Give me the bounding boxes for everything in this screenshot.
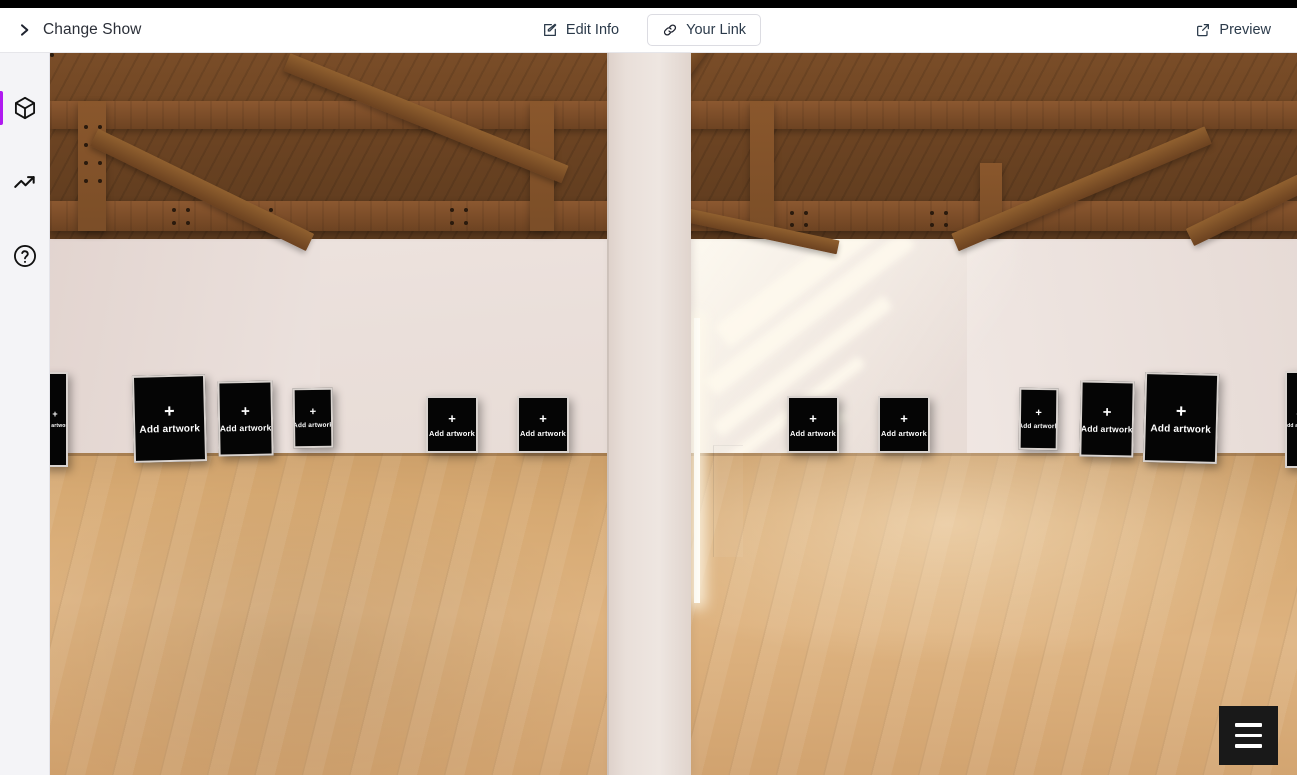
cube-icon bbox=[14, 96, 35, 120]
add-artwork-frame[interactable]: + Add artwork bbox=[787, 396, 839, 453]
gallery-3d-viewport[interactable]: +Add artwork+Add artwork+Add artwork+Add… bbox=[50, 53, 1297, 775]
question-circle-icon bbox=[13, 245, 36, 267]
beam-bolt bbox=[84, 125, 88, 129]
hamburger-menu-icon bbox=[1235, 733, 1262, 738]
add-artwork-frame[interactable]: + Add artwork bbox=[426, 396, 478, 453]
left-sidebar bbox=[0, 53, 50, 775]
link-chain-icon bbox=[664, 24, 677, 36]
beam-bolt bbox=[930, 211, 934, 215]
external-link-icon bbox=[1197, 24, 1210, 37]
add-artwork-frame[interactable]: +Add artwork bbox=[1142, 372, 1220, 464]
beam-bolt bbox=[804, 223, 808, 227]
sidebar-item-3d-view[interactable] bbox=[0, 89, 50, 127]
add-artwork-label: Add artwork bbox=[50, 423, 68, 429]
beam-bolt bbox=[172, 221, 176, 225]
add-artwork-label: Add artwork bbox=[1150, 422, 1212, 436]
add-artwork-label: Add artwork bbox=[219, 422, 272, 434]
your-link-button[interactable]: Your Link bbox=[647, 14, 762, 46]
beam-bolt bbox=[944, 211, 948, 215]
add-artwork-label: Add artwork bbox=[139, 423, 201, 436]
plus-icon: + bbox=[539, 410, 547, 426]
beam-bolt bbox=[464, 208, 468, 212]
add-artwork-frame[interactable]: + Add artwork bbox=[50, 372, 68, 467]
beam-bolt bbox=[186, 208, 190, 212]
add-artwork-frame[interactable]: + Add artwork bbox=[292, 387, 334, 449]
beam-bolt bbox=[450, 221, 454, 225]
structural-column bbox=[607, 53, 691, 775]
active-indicator bbox=[0, 91, 3, 125]
top-header-bar: Change Show Edit Info Your Link Preview bbox=[0, 8, 1297, 53]
plus-icon: + bbox=[309, 405, 317, 418]
ceiling-post bbox=[78, 101, 106, 231]
add-artwork-frame[interactable]: +Add artwork bbox=[1285, 371, 1297, 468]
plus-icon: + bbox=[1175, 400, 1187, 421]
hamburger-menu-icon bbox=[1235, 723, 1262, 727]
plus-icon: + bbox=[1035, 406, 1042, 419]
preview-label: Preview bbox=[1219, 22, 1271, 38]
sidebar-item-help[interactable] bbox=[0, 237, 50, 275]
plus-icon: + bbox=[52, 409, 58, 419]
beam-bolt bbox=[450, 208, 454, 212]
plus-icon: + bbox=[163, 400, 175, 422]
beam-bolt bbox=[944, 223, 948, 227]
change-show-button[interactable]: Change Show bbox=[16, 21, 141, 39]
beam-bolt bbox=[84, 179, 88, 183]
edit-info-label: Edit Info bbox=[565, 22, 620, 38]
your-link-label: Your Link bbox=[686, 22, 747, 38]
app-root: Change Show Edit Info Your Link Preview … bbox=[0, 0, 1297, 775]
beam-bolt bbox=[464, 221, 468, 225]
add-artwork-frame[interactable]: + Add artwork bbox=[1018, 387, 1059, 451]
hamburger-menu-icon bbox=[1235, 744, 1262, 748]
add-artwork-frame[interactable]: +Add artwork bbox=[217, 380, 274, 457]
header-right-actions: Preview bbox=[1189, 17, 1277, 43]
add-artwork-frame[interactable]: + Add artwork bbox=[878, 396, 930, 453]
edit-square-icon bbox=[543, 23, 557, 36]
trending-up-icon bbox=[13, 176, 35, 188]
column-edge-line bbox=[607, 53, 609, 775]
beam-bolt bbox=[804, 211, 808, 215]
add-artwork-frame[interactable]: + Add artwork bbox=[1079, 380, 1135, 458]
preview-button[interactable]: Preview bbox=[1189, 17, 1277, 43]
edit-info-button[interactable]: Edit Info bbox=[536, 17, 625, 43]
beam-bolt bbox=[790, 211, 794, 215]
add-artwork-frame[interactable]: +Add artwork bbox=[131, 374, 208, 463]
wall-door-panel bbox=[713, 445, 743, 557]
add-artwork-label: Add artwork bbox=[790, 428, 836, 438]
beam-bolt bbox=[790, 223, 794, 227]
change-show-label: Change Show bbox=[43, 21, 142, 38]
beam-bolt bbox=[98, 179, 102, 183]
add-artwork-label: Add artwork bbox=[292, 421, 334, 429]
top-black-strip bbox=[0, 0, 1297, 8]
add-artwork-label: Add artwork bbox=[429, 428, 475, 438]
add-artwork-label: Add artwork bbox=[1287, 423, 1297, 429]
beam-bolt bbox=[172, 208, 176, 212]
plus-icon: + bbox=[240, 403, 250, 421]
sidebar-item-analytics[interactable] bbox=[0, 163, 50, 201]
ceiling-post bbox=[750, 101, 774, 231]
chevron-right-icon bbox=[21, 24, 29, 36]
scene-menu-button[interactable] bbox=[1219, 706, 1278, 765]
header-center-actions: Edit Info Your Link bbox=[0, 14, 1297, 46]
plus-icon: + bbox=[1102, 403, 1112, 421]
add-artwork-label: Add artwork bbox=[881, 428, 927, 438]
add-artwork-frame[interactable]: + Add artwork bbox=[517, 396, 569, 453]
add-artwork-label: Add artwork bbox=[1080, 423, 1133, 435]
plus-icon: + bbox=[448, 410, 456, 426]
beam-bolt bbox=[84, 143, 88, 147]
plus-icon: + bbox=[900, 410, 908, 426]
beam-bolt bbox=[186, 221, 190, 225]
plus-icon: + bbox=[809, 410, 817, 426]
beam-bolt bbox=[930, 223, 934, 227]
add-artwork-label: Add artwork bbox=[1018, 422, 1059, 430]
beam-bolt bbox=[98, 161, 102, 165]
wall-light-strip bbox=[694, 318, 700, 603]
beam-bolt bbox=[84, 161, 88, 165]
add-artwork-label: Add artwork bbox=[520, 428, 566, 438]
